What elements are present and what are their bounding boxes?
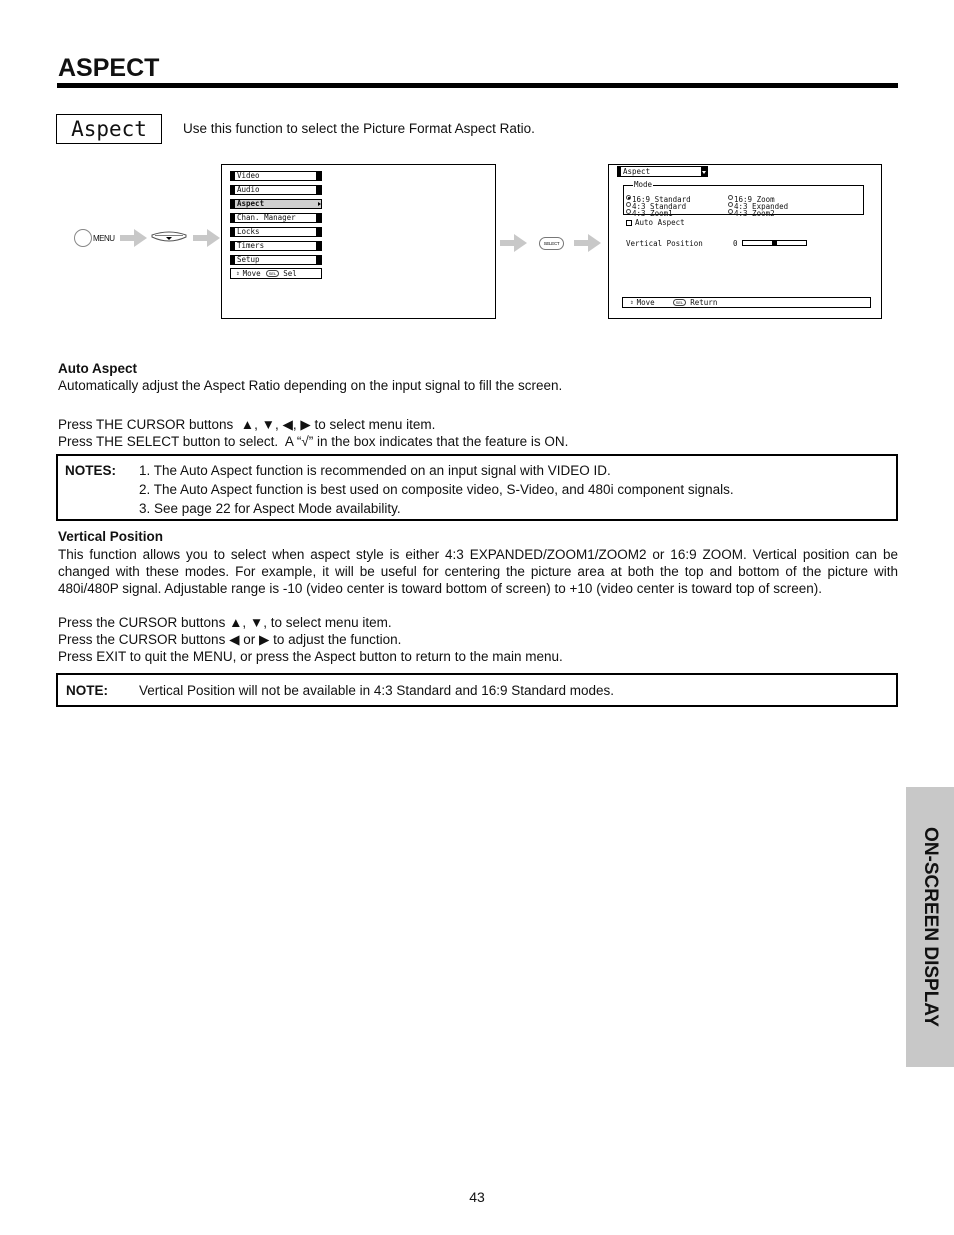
arrow-right-icon — [120, 229, 147, 247]
note-item: 1. The Auto Aspect function is recommend… — [139, 463, 611, 478]
radio-icon — [728, 209, 733, 215]
up-down-icon: ⇕ — [236, 270, 240, 277]
radio-icon — [626, 209, 631, 215]
arrow-right-icon — [193, 229, 220, 247]
select-button-label: SELECT — [543, 241, 560, 246]
menu-item-audio[interactable]: Audio — [230, 185, 322, 195]
auto-aspect-heading: Auto Aspect — [58, 361, 138, 376]
mode-group-label: Mode — [633, 180, 654, 189]
aspect-menu-title-bar: Aspect — [617, 166, 708, 177]
sel-label: Sel — [283, 269, 297, 278]
main-menu-footer: ⇕ Move SEL Sel — [230, 268, 322, 279]
dropdown-arrow-icon — [702, 171, 706, 174]
vertical-position-row: Vertical Position — [626, 239, 703, 248]
vertical-position-value: 0 — [733, 239, 738, 248]
intro-text: Use this function to select the Picture … — [183, 121, 535, 136]
note-text: Vertical Position will not be available … — [139, 683, 615, 698]
auto-aspect-option[interactable]: Auto Aspect — [626, 219, 685, 226]
page-number: 43 — [469, 1189, 485, 1205]
select-button-icon: SELECT — [539, 237, 564, 250]
arrow-right-icon — [500, 234, 527, 252]
vertical-position-slider[interactable] — [742, 240, 807, 246]
menu-item-aspect[interactable]: Aspect — [230, 199, 322, 209]
move-label: Move — [636, 298, 655, 307]
title-rule — [57, 83, 898, 88]
arrow-right-icon — [574, 234, 601, 252]
note-item: 3. See page 22 for Aspect Mode availabil… — [139, 501, 401, 516]
auto-aspect-instruction: Press THE SELECT button to select. A “√”… — [58, 434, 569, 449]
menu-button-label: MENU — [93, 233, 115, 243]
vertical-position-instruction: Press EXIT to quit the MENU, or press th… — [58, 649, 563, 664]
auto-aspect-checkbox[interactable] — [626, 219, 632, 226]
aspect-menu-title: Aspect — [623, 167, 651, 176]
side-tab-label: ON-SCREEN DISPLAY — [920, 827, 941, 1027]
sel-button-icon: SEL — [265, 270, 280, 277]
page-title: ASPECT — [58, 54, 160, 82]
menu-button-icon — [74, 229, 92, 247]
up-down-icon: ⇕ — [630, 299, 634, 306]
return-label: Return — [690, 298, 718, 307]
cursor-down-button-icon — [151, 231, 187, 244]
move-label: Move — [242, 269, 261, 278]
vertical-position-instruction: Press the CURSOR buttons ▲, ▼, to select… — [58, 615, 392, 630]
menu-item-setup[interactable]: Setup — [230, 255, 322, 265]
menu-item-locks[interactable]: Locks — [230, 227, 322, 237]
menu-item-chan-manager[interactable]: Chan. Manager — [230, 213, 322, 223]
menu-button-step: MENU — [74, 229, 115, 247]
notes-label: NOTES: — [65, 463, 117, 478]
auto-aspect-instruction: Press THE CURSOR buttons ▲, ▼, ◀, ▶ to s… — [58, 417, 436, 432]
vertical-position-label: Vertical Position — [626, 239, 703, 248]
aspect-menu-footer: ⇕ Move SEL Return — [622, 297, 871, 308]
vertical-position-description: This function allows you to select when … — [58, 547, 898, 596]
submenu-arrow-icon — [318, 202, 321, 206]
section-side-tab: ON-SCREEN DISPLAY — [906, 787, 954, 1067]
menu-item-video[interactable]: Video — [230, 171, 322, 181]
notes-box: NOTES: 1. The Auto Aspect function is re… — [56, 454, 898, 521]
note-item: 2. The Auto Aspect function is best used… — [139, 482, 734, 497]
vertical-position-heading: Vertical Position — [58, 529, 164, 544]
vertical-position-instruction: Press the CURSOR buttons ◀ or ▶ to adjus… — [58, 632, 402, 647]
note-box: NOTE: Vertical Position will not be avai… — [56, 673, 898, 707]
aspect-function-label: Aspect — [56, 114, 162, 144]
slider-thumb[interactable] — [772, 241, 777, 245]
mode-option-4-3-zoom2[interactable]: 4:3 Zoom2 — [728, 203, 775, 221]
note-label: NOTE: — [66, 683, 108, 698]
menu-item-timers[interactable]: Timers — [230, 241, 322, 251]
sel-button-icon: SEL — [672, 299, 687, 306]
auto-aspect-description: Automatically adjust the Aspect Ratio de… — [58, 378, 563, 393]
